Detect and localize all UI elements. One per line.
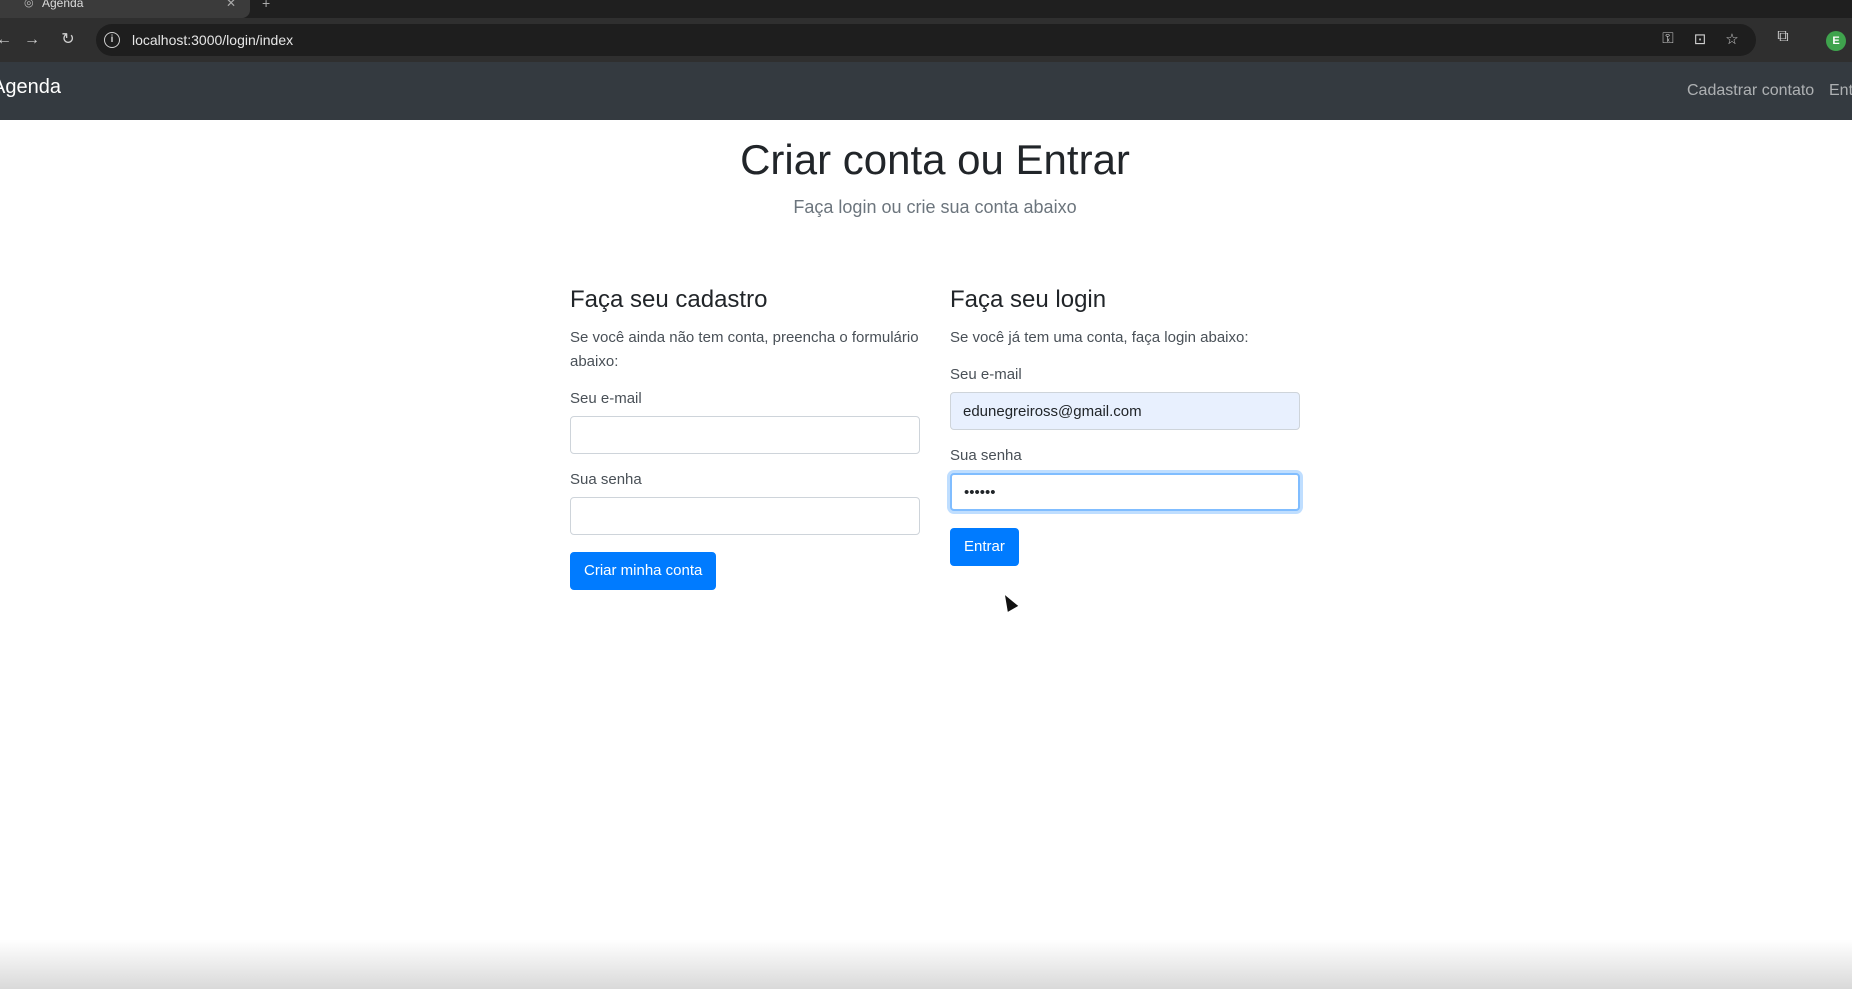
page-subtitle: Faça login ou crie sua conta abaixo (793, 197, 1077, 217)
browser-toolbar: ← → ↻ i localhost:3000/login/index ⚿ ⊡ ☆… (0, 18, 1852, 62)
login-email-input[interactable] (950, 392, 1300, 430)
page-title: Criar conta ou Entrar (740, 136, 1130, 183)
back-arrow-icon[interactable]: ← (0, 28, 16, 52)
login-password-group: Sua senha (950, 447, 1300, 511)
screenshot-icon[interactable]: ⊡ (1690, 30, 1710, 48)
bookmark-star-icon[interactable]: ☆ (1722, 30, 1742, 48)
browser-tabstrip: ◎ Agenda ✕ + (0, 0, 1852, 18)
register-email-label: Seu e-mail (570, 390, 642, 407)
login-button[interactable]: Entrar (950, 528, 1019, 566)
register-password-group: Sua senha (570, 471, 920, 535)
url-text[interactable]: localhost:3000/login/index (132, 32, 293, 48)
tab-title: Agenda (42, 0, 84, 10)
login-section: Faça seu login Se você já tem uma conta,… (950, 286, 1300, 566)
nav-link-entrar[interactable]: Entrar (1829, 82, 1852, 100)
globe-icon: ◎ (24, 0, 34, 9)
register-description: Se você ainda não tem conta, preencha o … (570, 329, 919, 370)
browser-tab[interactable]: ◎ Agenda ✕ (0, 0, 250, 18)
login-heading: Faça seu login (950, 286, 1107, 313)
mouse-pointer-icon (999, 592, 1019, 612)
login-password-label: Sua senha (950, 447, 1022, 464)
address-bar[interactable]: i localhost:3000/login/index ⚿ ⊡ ☆ (96, 24, 1756, 56)
create-account-button[interactable]: Criar minha conta (570, 552, 717, 590)
register-password-input[interactable] (570, 497, 920, 535)
bottom-shadow (0, 940, 1852, 989)
login-password-input[interactable] (950, 473, 1300, 511)
reload-icon[interactable]: ↻ (56, 28, 80, 52)
profile-avatar[interactable]: E (1826, 31, 1846, 51)
extensions-icon[interactable]: ⧉ (1772, 28, 1794, 46)
register-section: Faça seu cadastro Se você ainda não tem … (570, 286, 920, 590)
register-email-input[interactable] (570, 416, 920, 454)
register-password-label: Sua senha (570, 471, 642, 488)
app-navbar: Agenda Cadastrar contato Entrar (0, 62, 1852, 120)
close-icon[interactable]: ✕ (226, 0, 236, 10)
forward-arrow-icon[interactable]: → (20, 28, 44, 52)
site-info-icon[interactable]: i (104, 32, 120, 48)
navbar-brand[interactable]: Agenda (0, 76, 61, 99)
login-email-group: Seu e-mail (950, 366, 1300, 430)
register-heading: Faça seu cadastro (570, 286, 768, 313)
nav-link-cadastrar-contato[interactable]: Cadastrar contato (1687, 82, 1814, 100)
password-key-icon[interactable]: ⚿ (1658, 30, 1678, 47)
register-email-group: Seu e-mail (570, 390, 920, 454)
login-email-label: Seu e-mail (950, 366, 1022, 383)
plus-icon[interactable]: + (262, 0, 270, 11)
login-description: Se você já tem uma conta, faça login aba… (950, 329, 1249, 346)
